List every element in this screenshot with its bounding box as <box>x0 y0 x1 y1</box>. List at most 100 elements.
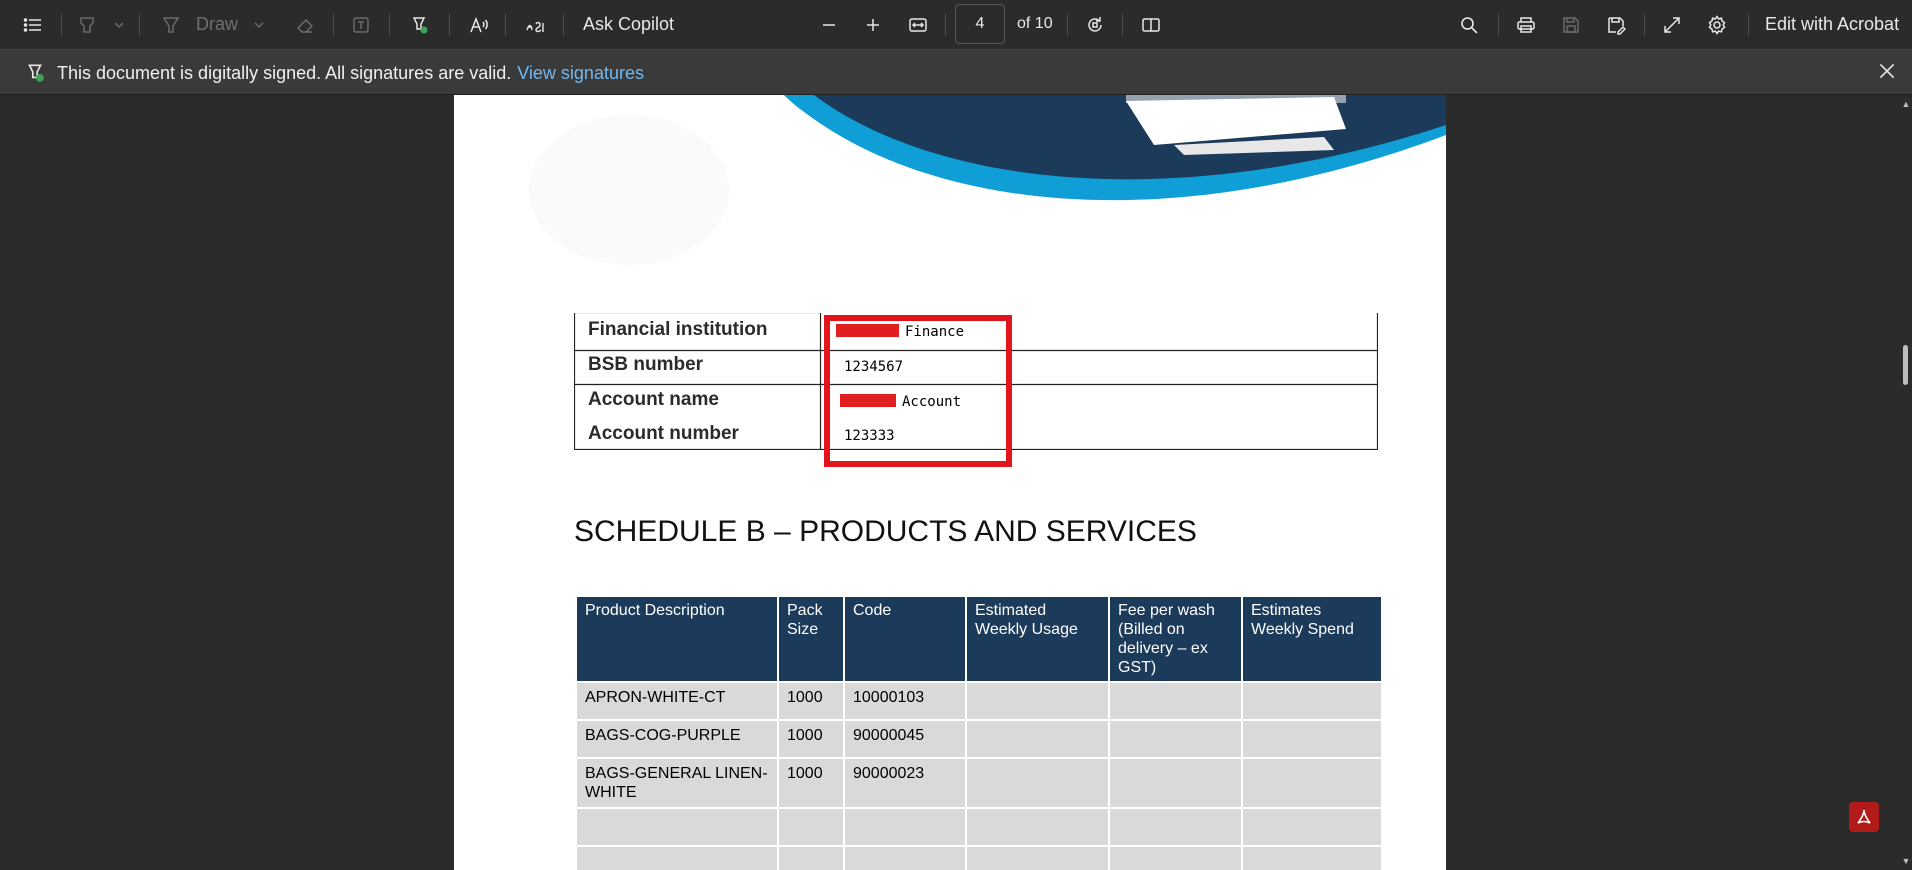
table-row <box>577 847 1381 870</box>
schedule-title: SCHEDULE B – PRODUCTS AND SERVICES <box>574 515 1197 548</box>
table-cell <box>967 683 1108 719</box>
vertical-scrollbar[interactable]: ▲ ▼ <box>1898 95 1912 870</box>
table-cell <box>845 809 965 845</box>
zoom-in-icon[interactable] <box>860 12 886 38</box>
separator <box>139 14 140 36</box>
page-view-icon[interactable] <box>1138 12 1164 38</box>
table-cell <box>1110 847 1241 870</box>
table-cell: 1000 <box>779 721 843 757</box>
table-cell <box>1243 809 1381 845</box>
table-cell: BAGS-GENERAL LINEN-WHITE <box>577 759 777 807</box>
table-cell <box>967 847 1108 870</box>
signature-message: This document is digitally signed. All s… <box>57 63 644 84</box>
column-header: Code <box>845 597 965 681</box>
bank-row-label: Account name <box>588 389 719 410</box>
table-cell <box>1243 759 1381 807</box>
fit-width-icon[interactable] <box>905 12 931 38</box>
eraser-icon[interactable] <box>292 12 318 38</box>
table-header-row: Product Description Pack Size Code Estim… <box>577 597 1381 681</box>
table-row: BAGS-COG-PURPLE 1000 90000045 <box>577 721 1381 757</box>
separator <box>1122 14 1123 36</box>
separator <box>449 14 450 36</box>
settings-icon[interactable] <box>1704 12 1730 38</box>
read-aloud-icon[interactable] <box>466 12 492 38</box>
signature-valid-icon <box>24 62 46 84</box>
table-cell: 1000 <box>779 759 843 807</box>
scroll-down-arrow-icon[interactable]: ▼ <box>1901 856 1911 866</box>
list-icon[interactable] <box>20 12 46 38</box>
separator <box>389 14 390 36</box>
table-cell <box>967 809 1108 845</box>
separator <box>1067 14 1068 36</box>
pdf-page: Financial institution Finance BSB number… <box>454 95 1446 870</box>
highlight-annotation-box <box>824 315 1012 467</box>
edit-with-acrobat-button[interactable]: Edit with Acrobat <box>1765 14 1899 35</box>
chevron-down-icon[interactable] <box>248 12 270 38</box>
separator <box>333 14 334 36</box>
save-as-icon[interactable] <box>1603 12 1629 38</box>
header-wave-graphic <box>529 95 1446 265</box>
table-cell <box>1110 809 1241 845</box>
signature-icon[interactable] <box>406 12 432 38</box>
products-table: Product Description Pack Size Code Estim… <box>575 595 1383 870</box>
table-cell: 90000045 <box>845 721 965 757</box>
text-box-icon[interactable] <box>348 12 374 38</box>
page-total: of 10 <box>1017 15 1053 32</box>
separator <box>1498 14 1499 36</box>
translate-icon[interactable] <box>522 12 548 38</box>
separator <box>505 14 506 36</box>
print-icon[interactable] <box>1513 12 1539 38</box>
table-cell <box>845 847 965 870</box>
ask-copilot-button[interactable]: Ask Copilot <box>583 14 674 35</box>
save-icon[interactable] <box>1558 12 1584 38</box>
table-row <box>577 809 1381 845</box>
separator <box>1748 14 1749 36</box>
acrobat-icon[interactable] <box>1849 802 1879 832</box>
table-cell: 90000023 <box>845 759 965 807</box>
table-cell <box>1110 721 1241 757</box>
toolbar: Draw Ask Copilot 4 of 10 Edit with Acrob… <box>0 0 1912 49</box>
draw-icon[interactable] <box>158 12 184 38</box>
scroll-thumb[interactable] <box>1903 345 1908 385</box>
table-cell <box>577 847 777 870</box>
page-number-input[interactable]: 4 <box>955 4 1005 44</box>
document-viewer[interactable]: Financial institution Finance BSB number… <box>0 95 1912 870</box>
fullscreen-icon[interactable] <box>1659 12 1685 38</box>
table-cell <box>577 809 777 845</box>
search-icon[interactable] <box>1456 12 1482 38</box>
table-cell <box>779 847 843 870</box>
table-row: BAGS-GENERAL LINEN-WHITE 1000 90000023 <box>577 759 1381 807</box>
rotate-icon[interactable] <box>1082 12 1108 38</box>
table-cell <box>1110 683 1241 719</box>
close-icon[interactable] <box>1876 60 1902 86</box>
table-cell <box>779 809 843 845</box>
table-cell: APRON-WHITE-CT <box>577 683 777 719</box>
signature-info-bar: This document is digitally signed. All s… <box>0 49 1912 95</box>
separator <box>563 14 564 36</box>
column-header: Fee per wash (Billed on delivery – ex GS… <box>1110 597 1241 681</box>
bank-row-label: BSB number <box>588 354 704 375</box>
table-cell: BAGS-COG-PURPLE <box>577 721 777 757</box>
table-cell <box>967 759 1108 807</box>
column-header: Pack Size <box>779 597 843 681</box>
highlighter-icon[interactable] <box>74 12 100 38</box>
column-header: Estimated Weekly Usage <box>967 597 1108 681</box>
chevron-down-icon[interactable] <box>108 12 130 38</box>
column-header: Estimates Weekly Spend <box>1243 597 1381 681</box>
draw-label[interactable]: Draw <box>196 14 238 35</box>
table-cell <box>1243 683 1381 719</box>
bank-row-label: Financial institution <box>588 319 768 340</box>
separator <box>61 14 62 36</box>
separator <box>1644 14 1645 36</box>
table-cell <box>967 721 1108 757</box>
scroll-up-arrow-icon[interactable]: ▲ <box>1901 99 1911 109</box>
table-cell <box>1110 759 1241 807</box>
column-header: Product Description <box>577 597 777 681</box>
table-row: APRON-WHITE-CT 1000 10000103 <box>577 683 1381 719</box>
view-signatures-link[interactable]: View signatures <box>517 63 644 83</box>
signature-message-text: This document is digitally signed. All s… <box>57 63 512 83</box>
table-cell: 10000103 <box>845 683 965 719</box>
table-cell <box>1243 721 1381 757</box>
zoom-out-icon[interactable] <box>816 12 842 38</box>
separator <box>945 14 946 36</box>
